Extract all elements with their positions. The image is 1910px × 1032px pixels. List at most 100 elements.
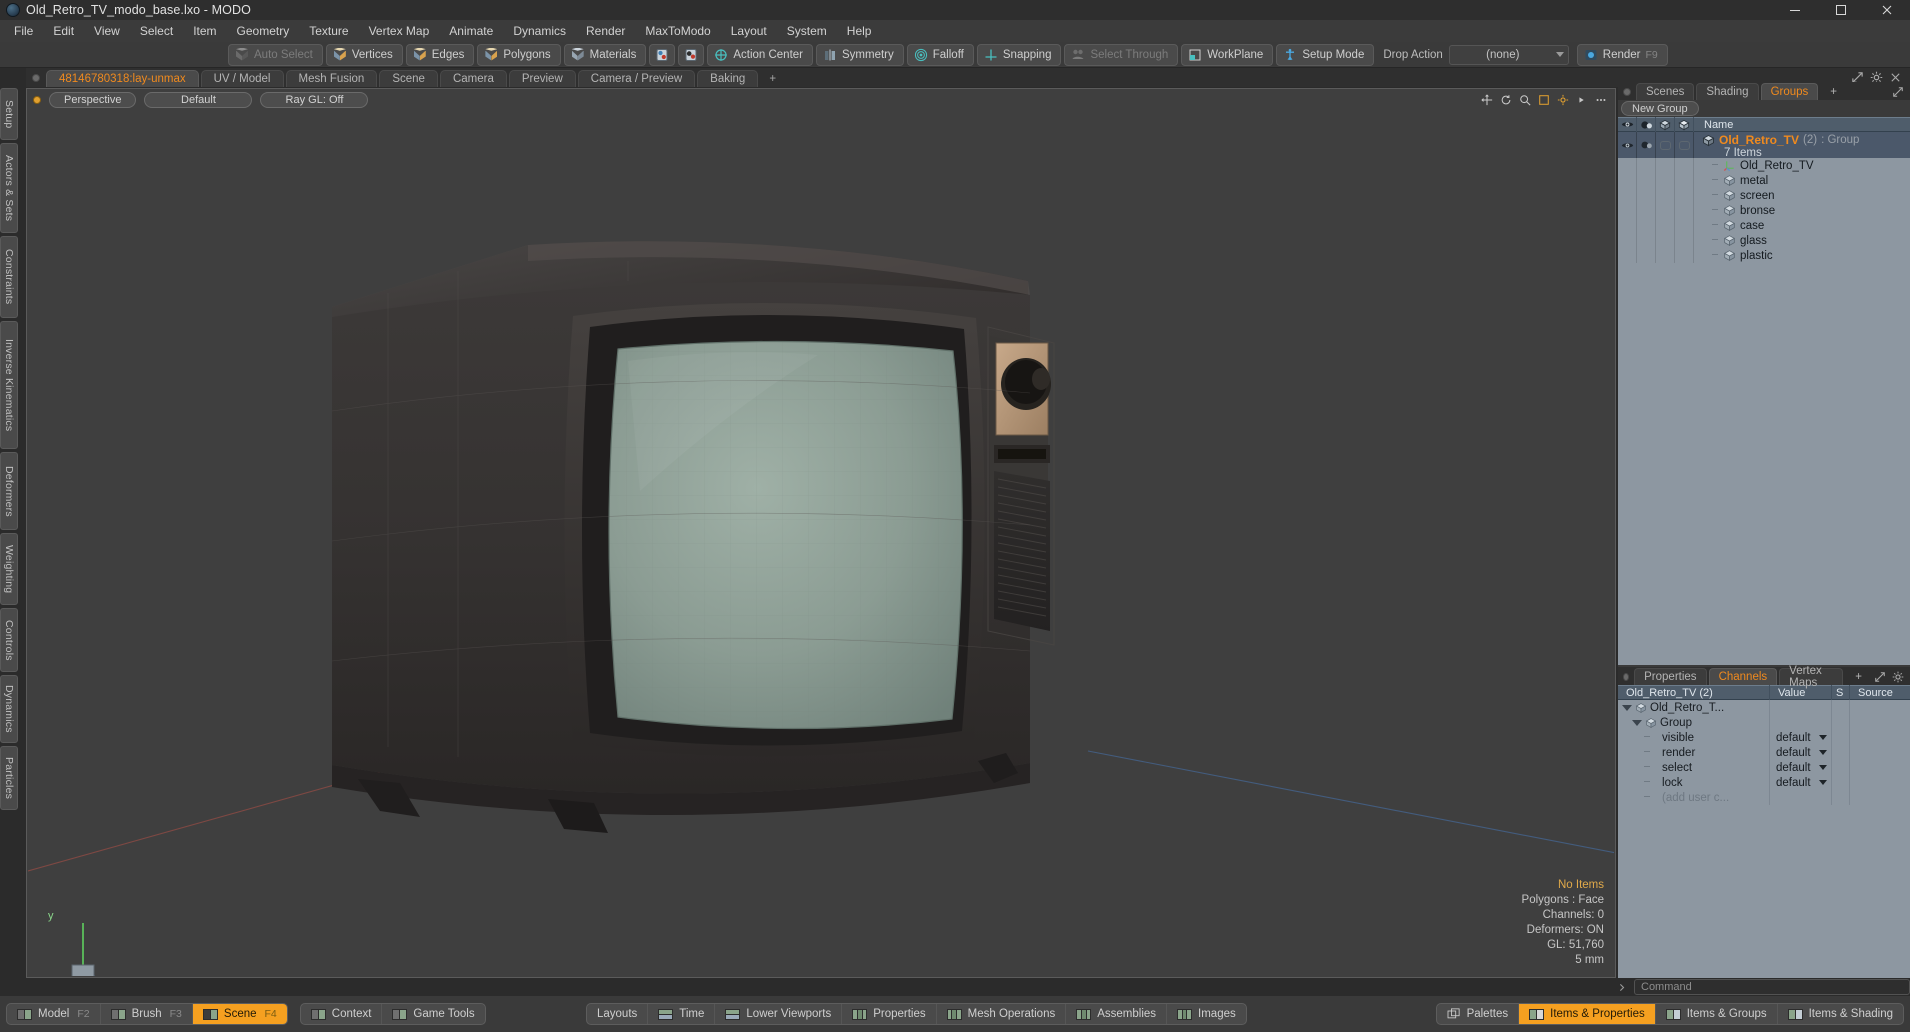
mode-scene-button[interactable]: Scene F4 <box>192 1004 287 1024</box>
mesh-operations-button[interactable]: Mesh Operations <box>937 1004 1067 1024</box>
viewport-menu-icon[interactable] <box>33 96 41 104</box>
menu-maxtomodo[interactable]: MaxToModo <box>635 21 720 41</box>
channel-row-select[interactable]: ┄ select default <box>1618 760 1910 775</box>
symmetry-button[interactable]: Symmetry <box>816 43 904 66</box>
twisty-open-icon[interactable] <box>1632 719 1642 726</box>
render-button[interactable]: Render F9 <box>1576 43 1668 66</box>
drop-action-dropdown[interactable]: (none) <box>1448 44 1569 65</box>
items-and-groups-button[interactable]: Items & Groups <box>1656 1004 1778 1024</box>
layouts-button[interactable]: Layouts <box>587 1004 649 1024</box>
mode-brush-button[interactable]: Brush F3 <box>101 1004 193 1024</box>
groups-tree-body[interactable]: Old_Retro_TV (2) : Group 7 Items ┄ Old_R… <box>1618 132 1910 665</box>
chevron-down-icon[interactable] <box>1819 780 1827 785</box>
tab-uv-model[interactable]: UV / Model <box>200 70 284 87</box>
chevron-down-icon[interactable] <box>1819 750 1827 755</box>
tab-lay-unmax[interactable]: 48146780318:lay-unmax <box>46 70 199 87</box>
workplane-button[interactable]: WorkPlane <box>1181 43 1274 66</box>
menu-texture[interactable]: Texture <box>299 21 358 41</box>
chevron-down-icon[interactable] <box>1819 765 1827 770</box>
tree-item-bronse[interactable]: ┄ bronse <box>1618 203 1910 218</box>
tab-channels[interactable]: Channels <box>1708 668 1778 685</box>
tab-add-button[interactable]: + <box>760 70 785 87</box>
viewport-gear-icon[interactable] <box>1557 94 1569 106</box>
tab-properties[interactable]: Properties <box>1634 668 1707 685</box>
rail-item-particles[interactable]: Particles <box>0 746 18 810</box>
falloff-button[interactable]: Falloff <box>906 43 974 66</box>
viewport-shading-button[interactable]: Default <box>144 92 253 108</box>
menu-layout[interactable]: Layout <box>721 21 777 41</box>
viewport-menu-dots-icon[interactable] <box>1595 94 1607 106</box>
tab-baking[interactable]: Baking <box>697 70 759 87</box>
twisty-open-icon[interactable] <box>1622 704 1632 711</box>
channel-row-lock[interactable]: ┄ lock default <box>1618 775 1910 790</box>
row-lock-cell[interactable] <box>1675 132 1694 158</box>
row-render-cell[interactable] <box>1637 158 1656 173</box>
channels-table-body[interactable]: Old_Retro_T... Group ┄ visible default ┄… <box>1618 700 1910 978</box>
expand-icon[interactable] <box>1874 671 1886 683</box>
rail-item-setup[interactable]: Setup <box>0 88 18 140</box>
rail-item-weighting[interactable]: Weighting <box>0 533 18 605</box>
viewport-more-icon[interactable] <box>1576 94 1588 106</box>
menu-render[interactable]: Render <box>576 21 635 41</box>
groups-panel-menu-icon[interactable] <box>1623 88 1631 96</box>
tree-item-metal[interactable]: ┄ metal <box>1618 173 1910 188</box>
action-center-button[interactable]: Action Center <box>707 43 814 66</box>
tree-row-group[interactable]: Old_Retro_TV (2) : Group 7 Items <box>1618 132 1910 159</box>
context-button[interactable]: Context <box>301 1004 383 1024</box>
select-through-button[interactable]: Select Through <box>1064 43 1179 66</box>
tab-camera-preview[interactable]: Camera / Preview <box>577 70 696 87</box>
menu-view[interactable]: View <box>84 21 130 41</box>
channel-row-group[interactable]: Group <box>1618 715 1910 730</box>
properties-button[interactable]: Properties <box>842 1004 937 1024</box>
menu-dynamics[interactable]: Dynamics <box>503 21 576 41</box>
channel-row-visible[interactable]: ┄ visible default <box>1618 730 1910 745</box>
edges-button[interactable]: Edges <box>405 43 475 66</box>
lower-viewports-button[interactable]: Lower Viewports <box>715 1004 843 1024</box>
tree-item-screen[interactable]: ┄ screen <box>1618 188 1910 203</box>
pan-icon[interactable] <box>1481 94 1493 106</box>
tree-item-old-retro-tv[interactable]: ┄ Old_Retro_TV <box>1618 158 1910 173</box>
groups-tab-add-button[interactable]: + <box>1820 83 1847 100</box>
viewport-view-mode-button[interactable]: Perspective <box>49 92 137 108</box>
maximize-icon[interactable] <box>1818 0 1864 20</box>
viewport-raygl-button[interactable]: Ray GL: Off <box>260 92 369 108</box>
menu-file[interactable]: File <box>4 21 43 41</box>
channels-tab-add-button[interactable]: + <box>1845 668 1872 685</box>
minimize-icon[interactable] <box>1772 0 1818 20</box>
rail-item-deformers[interactable]: Deformers <box>0 452 18 530</box>
fit-icon[interactable] <box>1538 94 1550 106</box>
channels-panel-menu-icon[interactable] <box>1623 673 1630 681</box>
tab-vertex-maps[interactable]: Vertex Maps <box>1779 665 1844 689</box>
expand-icon[interactable] <box>1892 86 1904 98</box>
time-button[interactable]: Time <box>648 1004 716 1024</box>
channel-row-root[interactable]: Old_Retro_T... <box>1618 700 1910 715</box>
rail-item-constraints[interactable]: Constraints <box>0 236 18 318</box>
palettes-button[interactable]: Palettes <box>1437 1004 1520 1024</box>
mode-model-button[interactable]: Model F2 <box>7 1004 101 1024</box>
menu-edit[interactable]: Edit <box>43 21 84 41</box>
images-button[interactable]: Images <box>1167 1004 1246 1024</box>
select-mode-a-button[interactable] <box>649 43 676 66</box>
menu-help[interactable]: Help <box>837 21 882 41</box>
tab-camera[interactable]: Camera <box>439 70 507 87</box>
items-and-shading-button[interactable]: Items & Shading <box>1778 1004 1903 1024</box>
tab-groups[interactable]: Groups <box>1760 83 1819 100</box>
viewport-3d[interactable]: Perspective Default Ray GL: Off y No Ite… <box>26 88 1616 978</box>
menu-item[interactable]: Item <box>183 21 226 41</box>
tab-scene[interactable]: Scene <box>379 70 438 87</box>
tabstrip-menu-icon[interactable] <box>32 74 40 82</box>
row-render-cell[interactable] <box>1637 132 1656 158</box>
row-select-cell[interactable] <box>1656 158 1675 173</box>
rail-item-controls[interactable]: Controls <box>0 608 18 672</box>
tab-shading[interactable]: Shading <box>1696 83 1759 100</box>
tree-item-glass[interactable]: ┄ glass <box>1618 233 1910 248</box>
new-group-button[interactable]: New Group <box>1621 101 1699 116</box>
viewport-canvas[interactable]: y x No Items Polygons : Face Channels: 0… <box>28 111 1614 976</box>
row-visibility-cell[interactable] <box>1618 132 1637 158</box>
rail-item-actors-sets[interactable]: Actors & Sets <box>0 143 18 233</box>
gear-icon[interactable] <box>1892 671 1904 683</box>
menu-select[interactable]: Select <box>130 21 183 41</box>
auto-select-button[interactable]: Auto Select <box>228 43 323 66</box>
vertices-button[interactable]: Vertices <box>325 43 403 66</box>
close-icon[interactable] <box>1864 0 1910 20</box>
